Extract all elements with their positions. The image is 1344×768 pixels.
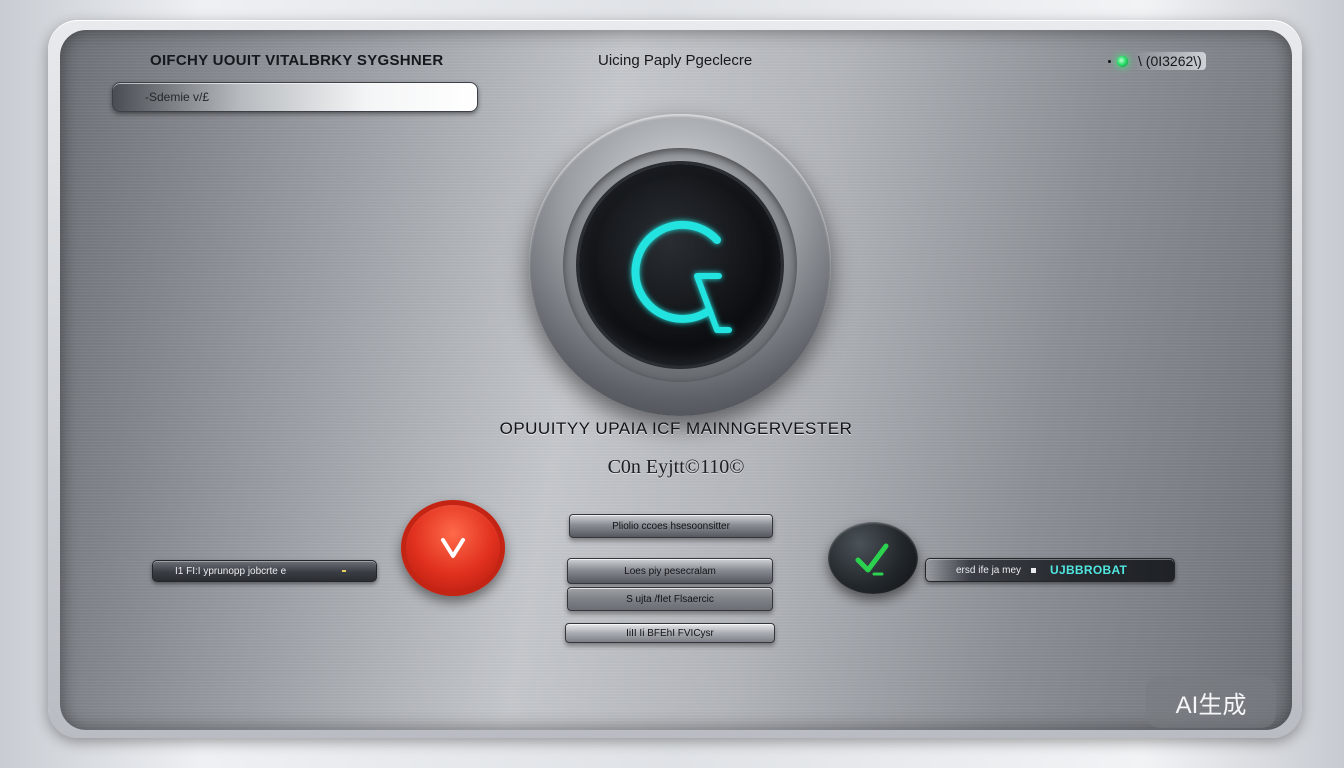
left-pill-label: I1 FI:I yprunopp jobcrte e: [175, 565, 287, 577]
main-panel: OIFCHY UOUIT VITALBRKY SYGSHNER Uicing P…: [60, 30, 1292, 730]
main-dial-button[interactable]: [579, 164, 781, 366]
separator-dot: [1108, 59, 1111, 63]
option-button-4[interactable]: IiII Ii BFEhI FVICysr: [565, 623, 775, 643]
chevron-down-icon: [441, 538, 465, 558]
option-button-3[interactable]: S ujta /fIet Flsaercic: [567, 587, 773, 611]
option-button-1[interactable]: Pliolio ccoes hsesoonsitter: [569, 514, 773, 538]
search-input[interactable]: [143, 89, 447, 105]
status-led-icon: [1117, 55, 1128, 67]
search-bar[interactable]: [112, 82, 478, 112]
option-button-2[interactable]: Loes piy pesecralam: [567, 558, 773, 584]
record-button[interactable]: [401, 500, 505, 596]
right-status-pill[interactable]: ersd ife ja mey UJBBROBAT: [925, 558, 1175, 582]
page-title: Uicing Paply Pgeclecre: [598, 52, 753, 69]
app-title: OIFCHY UOUIT VITALBRKY SYGSHNER: [150, 52, 444, 69]
ai-generated-badge: AI生成: [1146, 676, 1276, 728]
main-title: OPUUITYY UPAIA ICF MAINNGERVESTER: [499, 419, 853, 438]
main-subtitle: C0n Eyjtt©110©: [607, 456, 745, 478]
right-pill-accent: UJBBROBAT: [1050, 563, 1128, 577]
left-status-pill[interactable]: I1 FI:I yprunopp jobcrte e: [152, 560, 377, 582]
pill-separator-icon: [1031, 567, 1037, 573]
pill-indicator: [342, 570, 346, 572]
right-pill-label: ersd ife ja mey: [956, 564, 1022, 576]
confirm-button[interactable]: [828, 522, 918, 594]
status-indicator: \ (0I3262\): [1108, 52, 1206, 70]
c-logo-icon: [631, 220, 732, 333]
check-icon: [855, 543, 889, 576]
status-code: \ (0I3262\): [1134, 52, 1206, 70]
